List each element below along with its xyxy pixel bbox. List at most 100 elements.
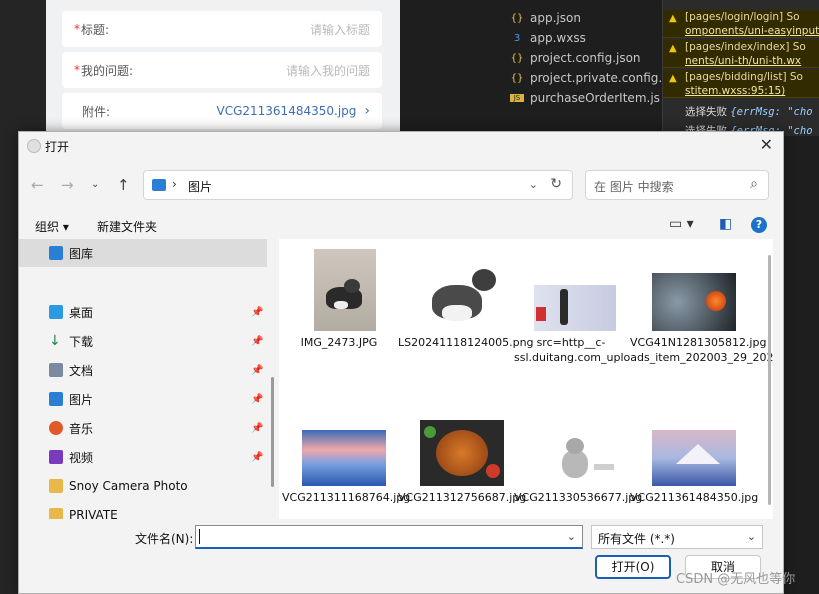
nav-item-snoy-camera-photo[interactable]: Snoy Camera Photo <box>19 472 267 500</box>
back-arrow-icon[interactable]: ← <box>31 176 44 194</box>
file-item[interactable]: {} app.json <box>510 8 581 28</box>
file-item-label: app.wxss <box>530 31 586 45</box>
image-thumbnail <box>302 430 386 486</box>
download-icon: ↓ <box>49 333 61 349</box>
json-icon: {} <box>510 12 524 24</box>
file-name: VCG211330536677.jpg <box>514 491 643 504</box>
pin-icon[interactable]: 📌 <box>251 336 263 347</box>
attachment-file[interactable]: VCG211361484350.jpg <box>217 104 357 118</box>
dialog-title: 打开 <box>45 140 70 154</box>
video-icon <box>49 450 63 464</box>
chevron-down-icon[interactable]: ⌄ <box>529 178 538 191</box>
attachment-row[interactable]: 附件: VCG211361484350.jpg › <box>62 93 382 129</box>
nav-item-videos[interactable]: 视频 📌 <box>19 443 267 471</box>
nav-item-documents[interactable]: 文档 📌 <box>19 356 267 384</box>
pictures-folder-icon <box>152 179 166 191</box>
console-line-label: 选择失败 <box>685 106 727 118</box>
console-warning-link[interactable]: omponents/uni-easyinput <box>685 25 819 37</box>
nav-scrollbar[interactable] <box>271 377 274 487</box>
warning-icon: ▲ <box>669 43 677 54</box>
debug-console: ▲ [pages/login/login] So omponents/uni-e… <box>662 0 819 137</box>
pin-icon[interactable]: 📌 <box>251 307 263 318</box>
recent-chevron-icon[interactable]: ⌄ <box>91 179 99 190</box>
nav-item-downloads[interactable]: ↓ 下载 📌 <box>19 327 267 355</box>
up-arrow-icon[interactable]: ↑ <box>117 176 130 194</box>
desktop-icon <box>49 305 63 319</box>
open-button[interactable]: 打开(O) <box>595 555 671 579</box>
title-input[interactable]: 请输入标题 <box>310 21 370 38</box>
pin-icon[interactable]: 📌 <box>251 423 263 434</box>
breadcrumb-location[interactable]: 图片 <box>188 178 212 195</box>
json-icon: {} <box>510 52 524 64</box>
file-item[interactable]: {} project.config.json <box>510 48 641 68</box>
nav-item-desktop[interactable]: 桌面 📌 <box>19 298 267 326</box>
search-box[interactable]: 在 图片 中搜索 ⌕ <box>585 170 769 200</box>
required-mark: * <box>74 63 80 77</box>
nav-item-gallery[interactable]: 图库 <box>19 239 267 267</box>
console-warning-link[interactable]: nents/uni-th/uni-th.wx <box>685 55 801 67</box>
nav-item-music[interactable]: 音乐 📌 <box>19 414 267 442</box>
music-icon <box>49 421 63 435</box>
pictures-icon <box>49 392 63 406</box>
file-item[interactable]: {} project.private.config.js... <box>510 68 684 88</box>
organize-button[interactable]: 组织 ▾ <box>35 218 69 235</box>
image-thumbnail <box>420 265 504 331</box>
file-name: VCG211312756687.jpg <box>398 491 527 504</box>
console-warning-text: [pages/index/index] So <box>685 41 806 53</box>
text-caret <box>199 529 200 544</box>
command-bar: 组织 ▾ 新建文件夹 ▭ ▾ ◧ ? <box>19 212 783 240</box>
file-name-input[interactable]: ⌄ <box>195 525 583 549</box>
warning-icon: ▲ <box>669 13 677 24</box>
question-input[interactable]: 请输入我的问题 <box>286 62 370 79</box>
chevron-down-icon[interactable]: ⌄ <box>567 530 576 543</box>
gallery-icon <box>49 246 63 260</box>
view-options-icon[interactable]: ▭ ▾ <box>669 216 694 232</box>
console-line-code: {errMsg: "cho <box>730 106 813 118</box>
js-icon: JS <box>510 94 524 102</box>
chevron-right-icon: › <box>364 103 370 119</box>
forward-arrow-icon[interactable]: → <box>61 176 74 194</box>
pin-icon[interactable]: 📌 <box>251 394 263 405</box>
file-type-value: 所有文件 (*.*) <box>598 532 675 546</box>
nav-item-pictures[interactable]: 图片 📌 <box>19 385 267 413</box>
image-thumbnail <box>534 430 618 486</box>
search-input[interactable]: 在 图片 中搜索 <box>594 178 674 195</box>
file-name: VCG211361484350.jpg <box>630 491 759 504</box>
warning-icon: ▲ <box>669 73 677 84</box>
file-list: IMG_2473.JPG LS20241118124005.png src=ht… <box>279 239 773 519</box>
open-file-dialog: 打开 ✕ ← → ⌄ ↑ › 图片 ⌄ ↻ 在 图片 中搜索 ⌕ 组织 ▾ 新建… <box>18 131 784 594</box>
question-label: 我的问题: <box>81 63 134 78</box>
file-list-scrollbar[interactable] <box>768 255 771 505</box>
folder-icon <box>49 508 63 519</box>
new-folder-button[interactable]: 新建文件夹 <box>97 218 157 235</box>
console-warning-link[interactable]: stitem.wxss:95:15) <box>685 85 785 97</box>
file-item[interactable]: JS purchaseOrderItem.js <box>510 88 660 108</box>
attachment-label: 附件: <box>82 104 111 119</box>
preview-pane-icon[interactable]: ◧ <box>719 216 732 232</box>
document-icon <box>49 363 63 377</box>
nav-item-private[interactable]: PRIVATE <box>19 501 267 519</box>
dialog-titlebar[interactable]: 打开 ✕ <box>19 132 783 160</box>
image-thumbnail <box>314 249 376 331</box>
close-icon[interactable]: ✕ <box>760 135 773 154</box>
title-row[interactable]: * 标题: 请输入标题 <box>62 11 382 47</box>
console-line: 选择失败 {errMsg: "cho <box>663 105 819 119</box>
address-bar[interactable]: › 图片 ⌄ ↻ <box>143 170 573 200</box>
console-warning-text: [pages/bidding/list] So <box>685 71 803 83</box>
nav-item-label: 文档 <box>69 363 94 378</box>
console-warning-text: [pages/login/login] So <box>685 11 800 23</box>
file-type-select[interactable]: 所有文件 (*.*) ⌄ <box>591 525 763 549</box>
refresh-icon[interactable]: ↻ <box>550 176 562 192</box>
search-icon: ⌕ <box>750 176 758 192</box>
csdn-watermark: CSDN @无风也等你 <box>676 572 796 587</box>
nav-item-label: 图片 <box>69 392 94 407</box>
file-item[interactable]: 3 app.wxss <box>510 28 586 48</box>
console-warning: ▲ [pages/login/login] So omponents/uni-e… <box>663 10 819 38</box>
file-name: src=http__c-ssl.duitang.com_uploads_item… <box>514 336 773 364</box>
pin-icon[interactable]: 📌 <box>251 365 263 376</box>
question-row[interactable]: * 我的问题: 请输入我的问题 <box>62 52 382 88</box>
file-name: LS20241118124005.png <box>398 336 534 349</box>
image-thumbnail <box>534 285 616 331</box>
pin-icon[interactable]: 📌 <box>251 452 263 463</box>
help-icon[interactable]: ? <box>751 217 767 233</box>
